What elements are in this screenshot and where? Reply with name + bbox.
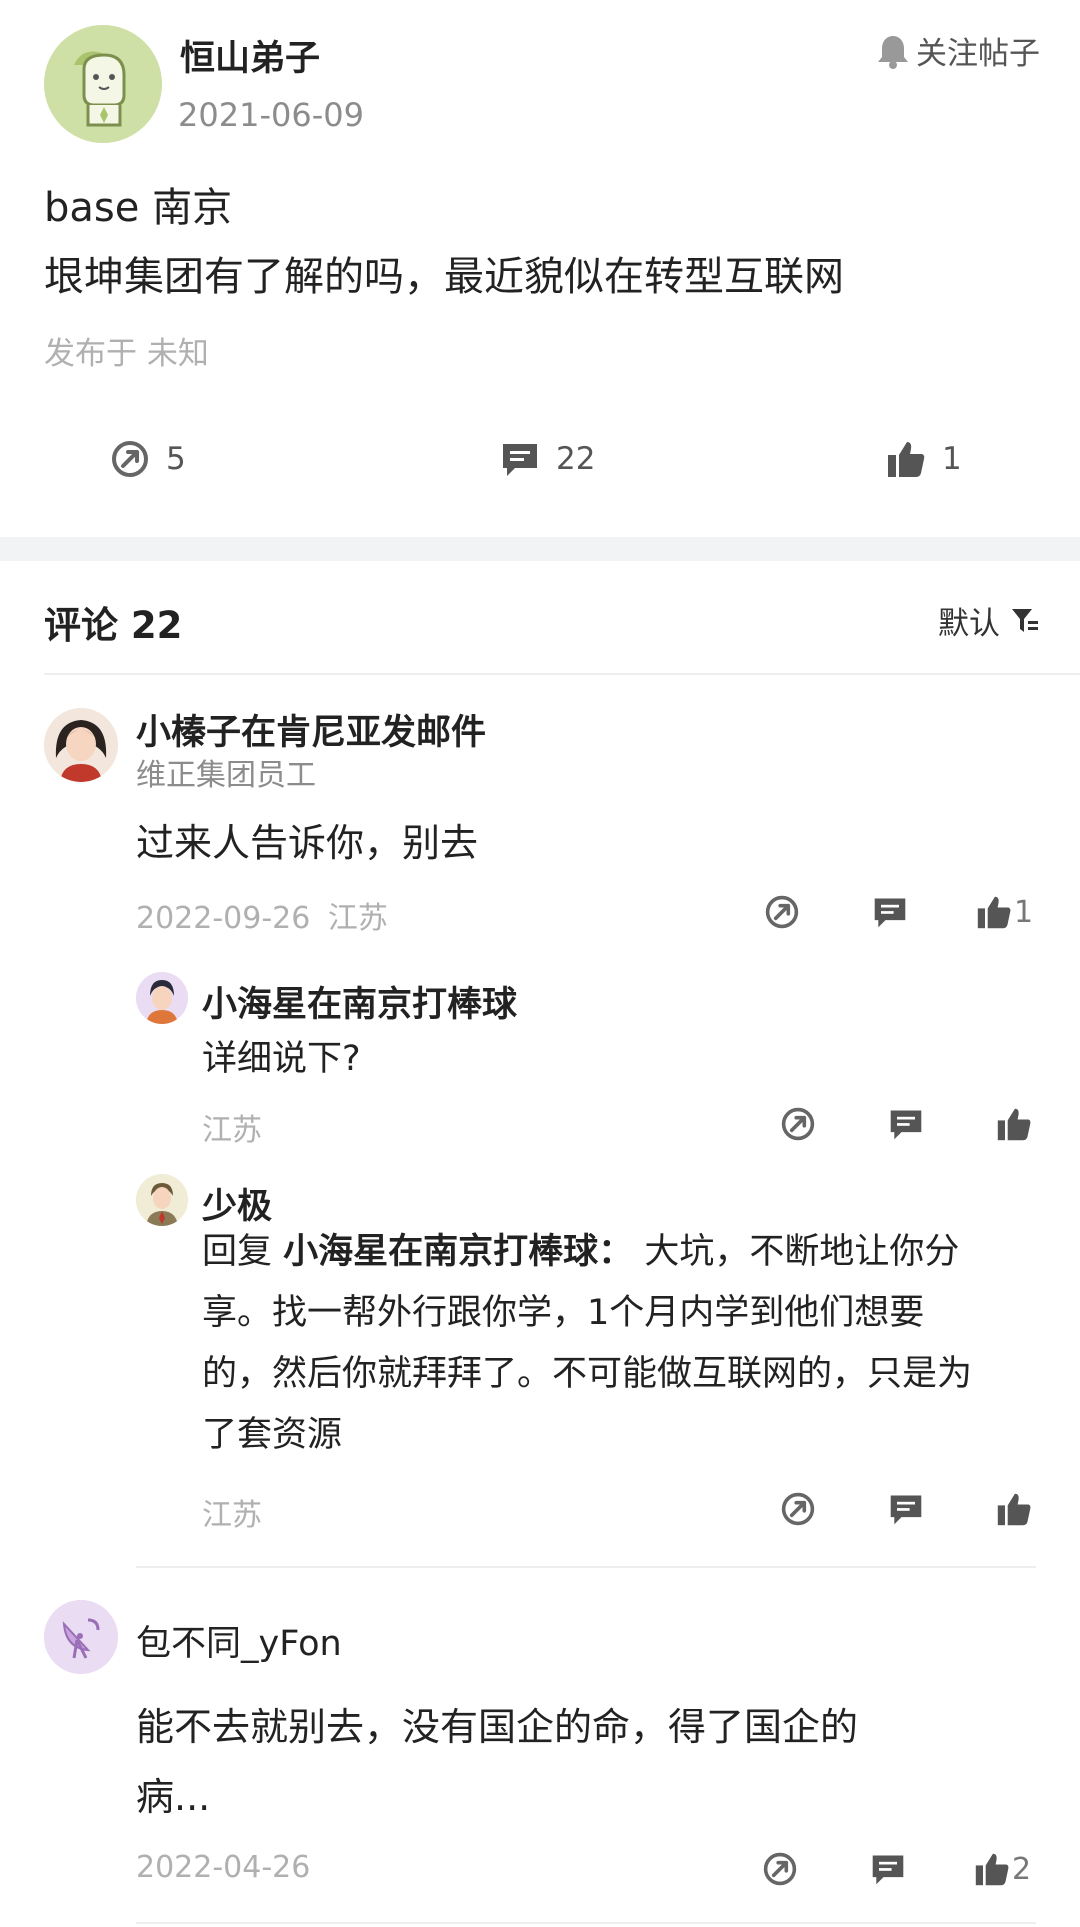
like-button[interactable]: 1	[886, 434, 962, 484]
thumbs-up-icon	[975, 1853, 1009, 1886]
like-count: 2	[1012, 1851, 1032, 1887]
reply-location: 江苏	[202, 1498, 262, 1533]
reply-icon[interactable]	[884, 1487, 928, 1531]
comment-text-line: 能不去就别去，没有国企的命，得了国企的	[136, 1705, 859, 1749]
reply-icon[interactable]	[884, 1102, 928, 1146]
man-avatar-icon	[136, 1174, 188, 1226]
comment-actions: 1	[760, 890, 1033, 934]
commenter-name[interactable]: 小榛子在肯尼亚发邮件	[136, 704, 486, 755]
like-count: 1	[942, 441, 962, 477]
share-icon[interactable]	[758, 1847, 802, 1891]
comment-text-line: 病...	[136, 1775, 211, 1819]
header-divider	[44, 673, 1080, 675]
boy-avatar-icon	[136, 972, 188, 1024]
thumbs-up-icon	[977, 896, 1011, 929]
reply-text-line: 的，然后你就拜拜了。不可能做互联网的，只是为	[202, 1354, 973, 1394]
reply-actions	[776, 1487, 1036, 1531]
reply-prefix: 回复	[202, 1232, 273, 1272]
thumbs-up-icon[interactable]	[992, 1102, 1036, 1146]
share-icon[interactable]	[776, 1102, 820, 1146]
commenter-name[interactable]: 包不同_yFon	[136, 1615, 342, 1666]
sprout-mascot-icon	[44, 25, 162, 143]
replier-avatar[interactable]	[136, 1174, 188, 1226]
satellite-dish-icon	[44, 1600, 118, 1674]
comment-meta: 2022-09-26 江苏	[136, 893, 388, 937]
reply-text-line: 了套资源	[202, 1415, 343, 1455]
commenter-avatar[interactable]	[44, 708, 118, 782]
reply-actions	[776, 1102, 1036, 1146]
thumbs-up-icon	[886, 439, 926, 479]
post-body-line-2: 垠坤集团有了解的吗，最近貌似在转型互联网	[44, 254, 844, 300]
reply-to-user[interactable]: 小海星在南京打棒球：	[283, 1232, 633, 1272]
share-count: 5	[166, 441, 186, 477]
bell-icon	[878, 35, 908, 69]
share-icon[interactable]	[776, 1487, 820, 1531]
like-button[interactable]: 1	[976, 890, 1033, 934]
sort-label: 默认	[938, 606, 1000, 642]
comment-actions: 2	[758, 1847, 1031, 1891]
author-avatar[interactable]	[44, 25, 162, 143]
filter-icon	[1012, 608, 1038, 632]
comment-date: 2022-09-26	[136, 901, 311, 936]
reply-text-line: 享。找一帮外行跟你学，1个月内学到他们想要	[202, 1293, 925, 1333]
commenter-subtitle: 维正集团员工	[136, 758, 316, 793]
comment-divider	[136, 1566, 1036, 1568]
comment-text-block: 能不去就别去，没有国企的命，得了国企的 病...	[136, 1692, 858, 1832]
comment-location: 江苏	[327, 901, 388, 936]
woman-avatar-icon	[44, 708, 118, 782]
post-body-line-1: base 南京	[44, 185, 233, 231]
like-count: 1	[1014, 894, 1034, 930]
comment-icon	[500, 439, 540, 479]
post-date: 2021-06-09	[178, 96, 364, 134]
comment-button[interactable]: 22	[500, 434, 595, 484]
like-button[interactable]: 2	[974, 1847, 1031, 1891]
reply-line-1: 回复 小海星在南京打棒球： 大坑，不断地让你分	[202, 1222, 1062, 1283]
comment-divider	[136, 1922, 1036, 1924]
comment-text: 过来人告诉你，别去	[136, 821, 479, 865]
comments-title: 评论 22	[44, 604, 183, 647]
reply-text-block: 回复 小海星在南京打棒球： 大坑，不断地让你分 享。找一帮外行跟你学，1个月内学…	[202, 1222, 1062, 1466]
sort-button[interactable]: 默认	[938, 598, 1040, 643]
follow-label: 关注帖子	[916, 36, 1040, 72]
share-icon[interactable]	[760, 890, 804, 934]
reply-icon[interactable]	[866, 1847, 910, 1891]
reply-location: 江苏	[202, 1113, 262, 1148]
replier-name[interactable]: 小海星在南京打棒球	[202, 976, 517, 1027]
reply-text-line: 大坑，不断地让你分	[644, 1232, 960, 1272]
section-divider	[0, 537, 1080, 561]
reply-icon[interactable]	[868, 890, 912, 934]
thumbs-up-icon[interactable]	[992, 1487, 1036, 1531]
replier-avatar[interactable]	[136, 972, 188, 1024]
commenter-avatar[interactable]	[44, 1600, 118, 1674]
post-meta: 发布于 未知	[44, 336, 209, 372]
comment-count: 22	[556, 441, 596, 477]
follow-post-button[interactable]: 关注帖子	[876, 28, 1040, 73]
author-name[interactable]: 恒山弟子	[180, 30, 320, 81]
share-icon	[110, 439, 150, 479]
reply-text: 详细说下?	[202, 1039, 361, 1079]
share-button[interactable]: 5	[110, 434, 186, 484]
comment-date: 2022-04-26	[136, 1850, 311, 1885]
